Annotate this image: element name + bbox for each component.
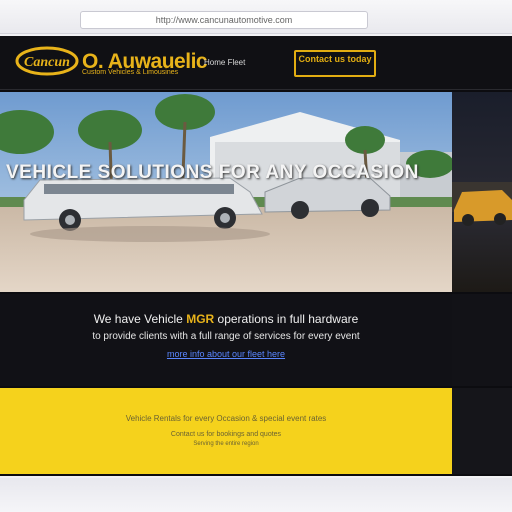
hero-photo	[0, 92, 452, 292]
logo-text: Cancun	[24, 55, 70, 70]
intro-text-start: We have Vehicle	[93, 312, 187, 326]
website: Cancun O. Auwauelic Custom Vehicles & Li…	[0, 36, 512, 476]
intro-text-end: operations in full hardware	[214, 312, 359, 326]
intro-description: to provide clients with a full range of …	[92, 331, 360, 342]
page-bottom-margin	[0, 478, 512, 512]
site-header: Cancun O. Auwauelic Custom Vehicles & Li…	[0, 36, 512, 90]
intro-side-panel	[452, 294, 512, 386]
address-bar[interactable]: http://www.cancunautomotive.com	[80, 11, 368, 29]
intro-section: We have Vehicle MGR operations in full h…	[0, 294, 452, 386]
hero-image: VEHICLE SOLUTIONS FOR ANY OCCASION	[0, 92, 452, 292]
site-tagline: Custom Vehicles & Limousines	[82, 69, 179, 76]
logo-icon[interactable]: Cancun	[14, 44, 84, 78]
hero-side-panel	[452, 92, 512, 292]
promo-banner: Vehicle Rentals for every Occasion & spe…	[0, 388, 452, 474]
promo-subline: Contact us for bookings and quotes	[170, 431, 282, 438]
intro-headline: We have Vehicle MGR operations in full h…	[0, 312, 452, 326]
contact-cta-button[interactable]: Contact us today	[294, 50, 376, 77]
more-info-link[interactable]: more info about our fleet here	[0, 349, 452, 359]
side-car-image	[452, 182, 512, 226]
hero-caption: VEHICLE SOLUTIONS FOR ANY OCCASION	[6, 162, 419, 183]
top-nav-links[interactable]: Home Fleet	[204, 58, 245, 67]
promo-side-panel	[452, 388, 512, 474]
intro-highlight: MGR	[186, 312, 215, 326]
promo-headline: Vehicle Rentals for every Occasion & spe…	[125, 414, 327, 423]
browser-toolbar: http://www.cancunautomotive.com	[0, 0, 512, 34]
promo-note: Serving the entire region	[193, 441, 259, 447]
